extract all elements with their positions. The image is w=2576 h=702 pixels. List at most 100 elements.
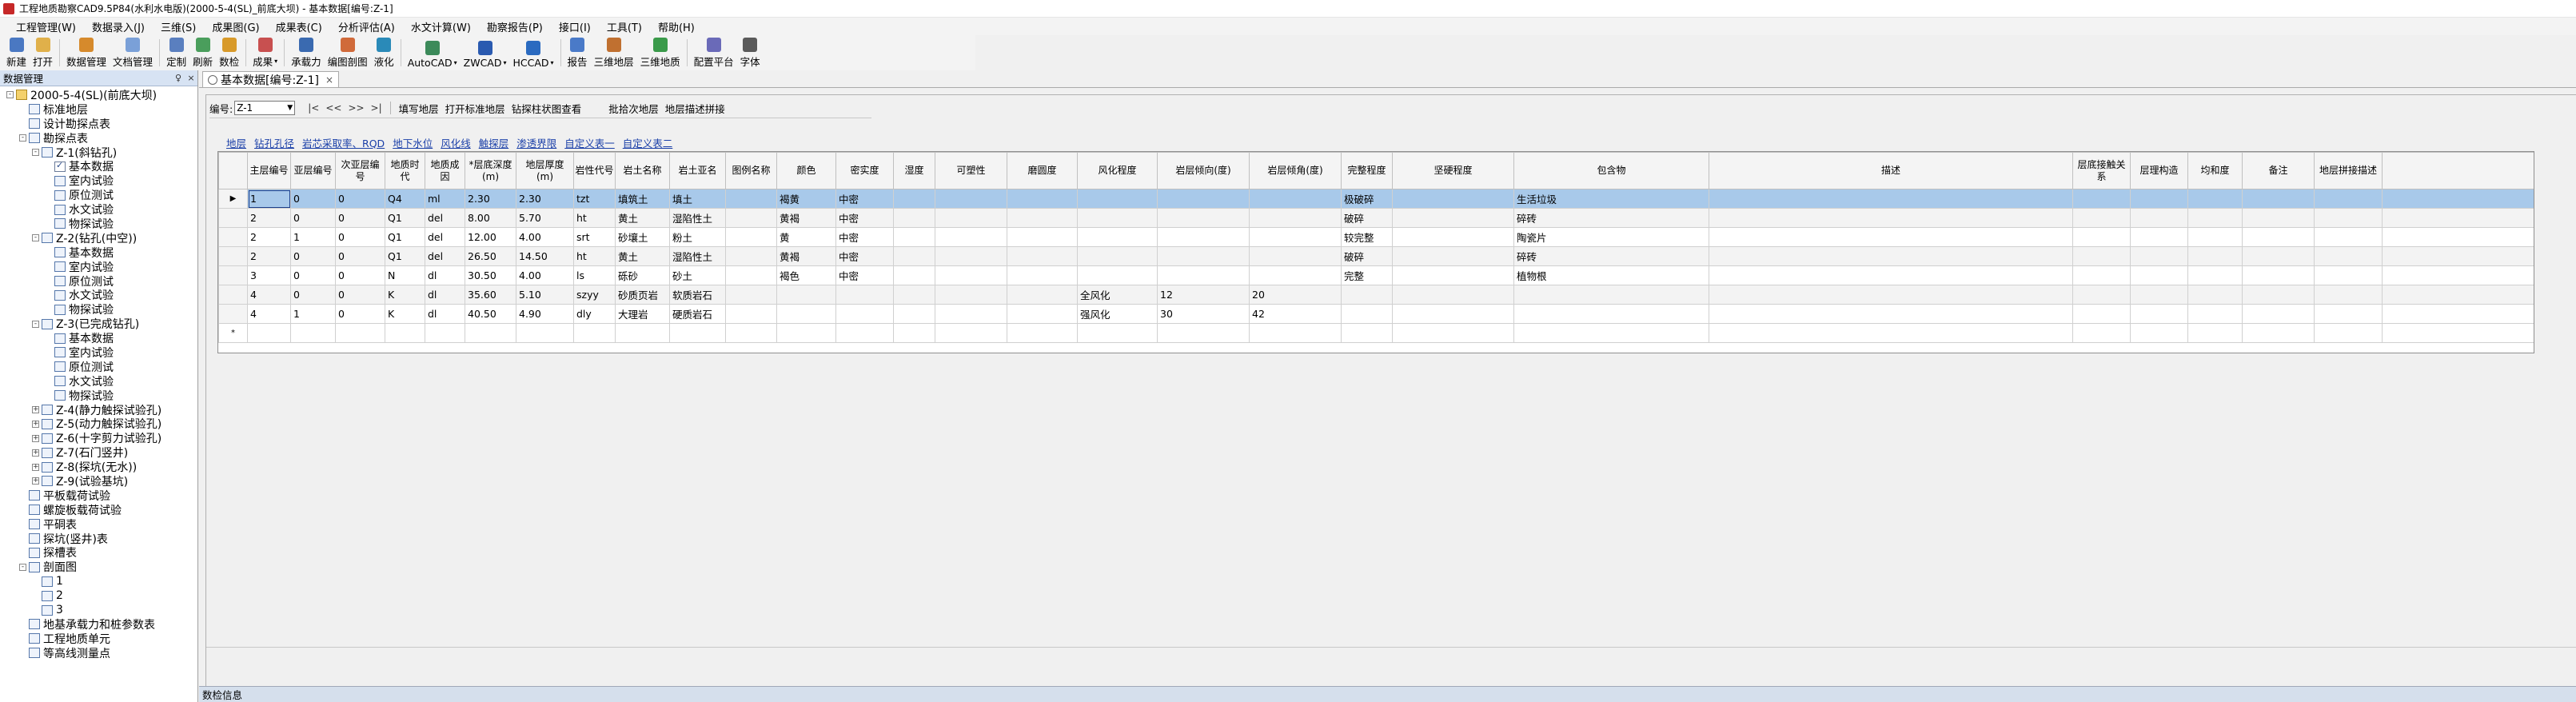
tree-node[interactable]: 平板载荷试验 (0, 489, 197, 503)
table-cell[interactable]: 0 (335, 285, 385, 305)
table-cell[interactable] (1077, 189, 1158, 209)
tree-node[interactable]: + Z-5(动力触探试验孔) (0, 417, 197, 431)
table-cell[interactable] (1513, 323, 1709, 343)
table-cell[interactable]: 0 (290, 189, 336, 209)
table-cell[interactable]: 完整 (1341, 265, 1393, 285)
table-cell[interactable]: dly (573, 304, 616, 324)
table-cell[interactable]: 1 (290, 304, 336, 324)
table-cell[interactable]: 30 (1157, 304, 1250, 324)
tree-node[interactable]: 平硐表 (0, 517, 197, 532)
column-header[interactable]: 密实度 (835, 152, 894, 189)
table-cell[interactable]: 极破碎 (1341, 189, 1393, 209)
tree-node[interactable]: 原位测试 (0, 274, 197, 289)
tree-node[interactable]: 等高线测量点 (0, 646, 197, 660)
table-cell[interactable] (725, 208, 777, 228)
toolbar-button-open-folder[interactable]: 打开 (30, 37, 56, 69)
tree-node[interactable]: 基本数据 (0, 245, 197, 260)
tree-node[interactable]: - 勘探点表 (0, 131, 197, 146)
table-cell[interactable]: ht (573, 246, 616, 266)
table-cell[interactable]: Q4 (385, 189, 425, 209)
tree-node[interactable]: 水文试验 (0, 374, 197, 389)
table-cell[interactable]: Q1 (385, 246, 425, 266)
toolbar-button-autocad[interactable]: AutoCAD ▾ (405, 37, 461, 69)
table-cell[interactable] (2072, 208, 2131, 228)
tree-node[interactable]: 基本数据 (0, 331, 197, 345)
table-cell[interactable]: 2.30 (516, 189, 574, 209)
table-cell[interactable]: 破碎 (1341, 246, 1393, 266)
table-cell[interactable] (893, 323, 935, 343)
table-cell[interactable] (935, 265, 1007, 285)
column-header[interactable]: 描述 (1709, 152, 2073, 189)
table-cell[interactable] (385, 323, 425, 343)
tree-node[interactable]: + Z-9(试验基坑) (0, 474, 197, 489)
table-cell[interactable] (893, 246, 935, 266)
table-cell[interactable]: 中密 (835, 189, 894, 209)
table-cell[interactable]: 2 (247, 208, 291, 228)
table-cell[interactable] (935, 323, 1007, 343)
table-cell[interactable]: 砂质页岩 (615, 285, 670, 305)
table-cell[interactable]: 湿陷性土 (669, 208, 726, 228)
tree-node[interactable]: 1 (0, 574, 197, 588)
column-header[interactable]: 颜色 (776, 152, 836, 189)
table-cell[interactable] (1007, 285, 1078, 305)
table-cell[interactable] (2314, 189, 2383, 209)
table-cell[interactable]: 砂土 (669, 265, 726, 285)
table-cell[interactable] (2187, 285, 2243, 305)
table-cell[interactable] (1709, 265, 2073, 285)
table-cell[interactable] (2242, 285, 2315, 305)
table-cell[interactable]: del (425, 227, 465, 247)
current-row-indicator[interactable]: ▶ (218, 189, 248, 209)
column-header[interactable]: 湿度 (893, 152, 935, 189)
row-header[interactable] (218, 208, 248, 228)
table-cell[interactable] (1249, 189, 1342, 209)
table-cell[interactable]: 1 (290, 227, 336, 247)
tree-node[interactable]: 原位测试 (0, 360, 197, 374)
table-cell[interactable] (1077, 227, 1158, 247)
first-record-button[interactable]: |< (305, 102, 322, 114)
toolbar-button-data-check[interactable]: 数检 (216, 37, 242, 69)
table-cell[interactable] (2187, 304, 2243, 324)
table-cell[interactable]: 5.10 (516, 285, 574, 305)
table-cell[interactable]: 粉土 (669, 227, 726, 247)
table-cell[interactable] (516, 323, 574, 343)
table-cell[interactable]: 黄土 (615, 208, 670, 228)
table-cell[interactable] (1077, 208, 1158, 228)
toolbar-button-data-manage[interactable]: 数据管理 (63, 37, 110, 69)
table-cell[interactable]: 黄褐 (776, 246, 836, 266)
menu-item-7[interactable]: 勘察报告(P) (479, 19, 551, 34)
table-cell[interactable] (935, 227, 1007, 247)
table-cell[interactable] (2130, 227, 2188, 247)
toolbar-button-config-platform[interactable]: 配置平台 (691, 37, 737, 69)
tree-node[interactable]: 室内试验 (0, 174, 197, 188)
table-cell[interactable] (2130, 265, 2188, 285)
table-cell[interactable] (2130, 246, 2188, 266)
table-row[interactable]: 3 0 0 Ndl 30.50 4.00 ls 砾砂 砂土 褐色 中密 完整 植物根 (218, 265, 2534, 285)
table-cell[interactable]: 30.50 (465, 265, 516, 285)
table-cell[interactable]: 4.00 (516, 227, 574, 247)
table-cell[interactable] (2072, 304, 2131, 324)
table-cell[interactable] (2314, 208, 2383, 228)
tree-node[interactable]: 室内试验 (0, 260, 197, 274)
column-header[interactable]: 可塑性 (935, 152, 1007, 189)
table-cell[interactable]: 1 (247, 189, 291, 209)
table-cell[interactable]: Q1 (385, 208, 425, 228)
table-cell[interactable] (1157, 227, 1250, 247)
tree-node[interactable]: 物探试验 (0, 217, 197, 231)
table-cell[interactable] (1709, 246, 2073, 266)
table-cell[interactable] (1341, 285, 1393, 305)
table-cell[interactable] (935, 208, 1007, 228)
table-cell[interactable]: 2 (247, 227, 291, 247)
table-cell[interactable] (893, 189, 935, 209)
column-header[interactable]: 均和度 (2187, 152, 2243, 189)
table-cell[interactable] (2187, 265, 2243, 285)
table-cell[interactable] (573, 323, 616, 343)
tree-node[interactable]: + Z-8(探坑(无水)) (0, 460, 197, 474)
toolbar-button-3d-strata[interactable]: 三维地层 (591, 37, 637, 69)
expand-icon[interactable]: + (32, 463, 39, 471)
table-cell[interactable] (2314, 265, 2383, 285)
table-cell[interactable] (1513, 285, 1709, 305)
expand-icon[interactable]: + (32, 420, 39, 428)
table-cell[interactable] (1157, 246, 1250, 266)
table-cell[interactable] (893, 208, 935, 228)
open-standard-strata-button[interactable]: 打开标准地层 (442, 101, 508, 116)
